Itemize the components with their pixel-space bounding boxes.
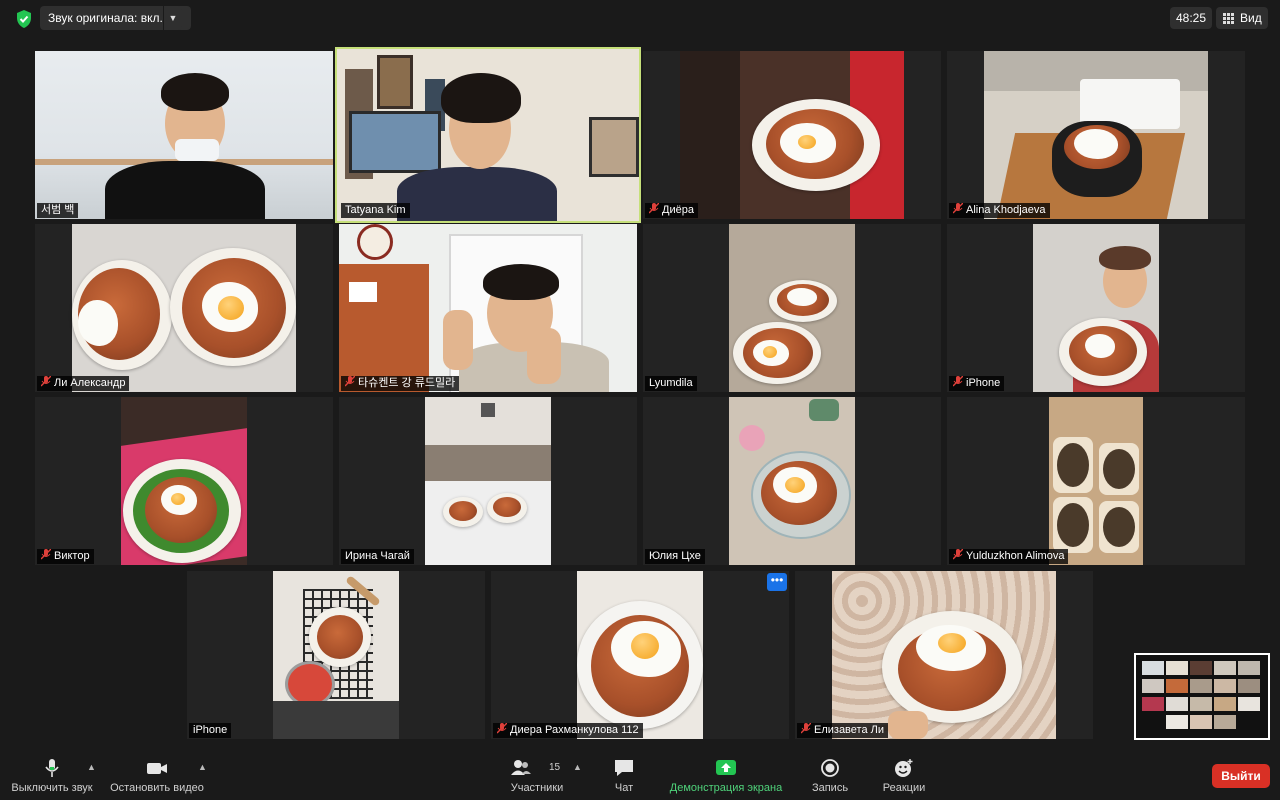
participant-name: iPhone [189,723,232,738]
grid-view-icon [1223,13,1234,24]
chat-label: Чат [614,782,634,794]
chevron-down-icon[interactable]: ▼ [163,6,182,30]
video-feed [984,51,1208,219]
video-tile[interactable]: Yulduzkhon Alimova [947,397,1245,565]
video-tile[interactable]: Диёра [643,51,941,219]
participant-name: Yulduzkhon Alimova [949,549,1069,564]
participant-name: Alina Khodjaeva [949,203,1050,218]
top-bar: Звук оригинала: вкл. ▼ 48:25 Вид [0,0,1280,40]
participant-name: Ирина Чагай [341,549,414,564]
video-feed [680,51,904,219]
video-feed [337,49,639,221]
video-feed [577,571,703,739]
participant-name: iPhone [949,376,1005,391]
more-options-button[interactable]: ••• [767,573,787,591]
mic-muted-icon [953,376,963,387]
record-label: Запись [811,782,849,794]
meeting-timer: 48:25 [1170,7,1212,29]
video-feed [72,224,296,392]
mic-muted-icon [649,203,659,214]
record-button[interactable]: Запись [806,750,854,800]
video-feed [1049,397,1143,565]
participant-name: 타슈켄트 강 류드밀라 [341,376,460,391]
participants-button[interactable]: 15 Участники [500,750,574,800]
stop-video-button[interactable]: Остановить видео [106,750,208,800]
meeting-toolbar: Выключить звук ▲ Остановить видео ▲ 15 У… [0,750,1280,800]
video-feed [121,397,247,565]
share-screen-icon [716,760,736,775]
reactions-button[interactable]: Реакции [876,750,932,800]
video-feed [425,397,551,565]
view-button[interactable]: Вид [1216,7,1268,29]
participant-name: Tatyana Kim [341,203,410,218]
video-label: Остановить видео [110,782,204,794]
share-screen-label: Демонстрация экрана [669,782,783,794]
participant-name: Диера Рахманкулова 112 [493,723,643,738]
video-tile[interactable]: Alina Khodjaeva [947,51,1245,219]
video-tile[interactable]: Ли Александр [35,224,333,392]
participant-name: Елизавета Ли [797,723,888,738]
video-feed [273,571,399,739]
gallery-thumbnail[interactable] [1134,653,1270,740]
video-tile[interactable]: Ирина Чагай [339,397,637,565]
mic-muted-icon [497,723,507,734]
mute-label: Выключить звук [11,782,93,794]
participants-label: Участники [510,782,564,794]
participant-name: Lyumdila [645,376,697,391]
chat-bubble-icon [615,760,633,776]
video-feed [729,397,855,565]
participant-name: Диёра [645,203,698,218]
video-feed [35,51,333,219]
video-tile[interactable]: 서범 백 [35,51,333,219]
video-feed [339,224,637,392]
video-camera-icon [147,763,167,774]
chevron-up-icon[interactable]: ▲ [87,762,96,772]
participants-count: 15 [549,762,561,773]
video-tile-active-speaker[interactable]: Tatyana Kim [335,47,641,223]
video-feed [729,224,855,392]
participant-name: 서범 백 [37,203,79,218]
video-tile[interactable]: Елизавета Ли [795,571,1093,739]
participant-name: Виктор [37,549,94,564]
video-tile[interactable]: Виктор [35,397,333,565]
participant-name: Юлия Цхе [645,549,705,564]
chat-button[interactable]: Чат [604,750,644,800]
video-tile[interactable]: 타슈켄트 강 류드밀라 [339,224,637,392]
smiley-add-icon [895,759,913,777]
mic-muted-icon [345,376,355,387]
video-feed [832,571,1056,739]
share-screen-button[interactable]: Демонстрация экрана [664,750,788,800]
video-tile[interactable]: Юлия Цхе [643,397,941,565]
mute-button[interactable]: Выключить звук [8,750,96,800]
leave-meeting-button[interactable]: Выйти [1212,764,1270,788]
microphone-icon [45,759,59,777]
mic-muted-icon [41,549,51,560]
video-tile[interactable]: Lyumdila [643,224,941,392]
mic-muted-icon [801,723,811,734]
mic-muted-icon [953,549,963,560]
mic-muted-icon [953,203,963,214]
video-tile[interactable]: Диера Рахманкулова 112 [491,571,789,739]
mic-muted-icon [41,376,51,387]
video-feed [1033,224,1159,392]
reactions-label: Реакции [882,782,926,794]
view-label: Вид [1240,11,1262,25]
video-tile[interactable]: iPhone [947,224,1245,392]
chevron-up-icon[interactable]: ▲ [198,762,207,772]
chevron-up-icon[interactable]: ▲ [573,762,582,772]
participants-icon [510,760,531,775]
video-tile[interactable]: iPhone [187,571,485,739]
participant-name: Ли Александр [37,376,130,391]
record-icon [821,759,839,777]
shield-check-icon[interactable] [14,9,34,29]
